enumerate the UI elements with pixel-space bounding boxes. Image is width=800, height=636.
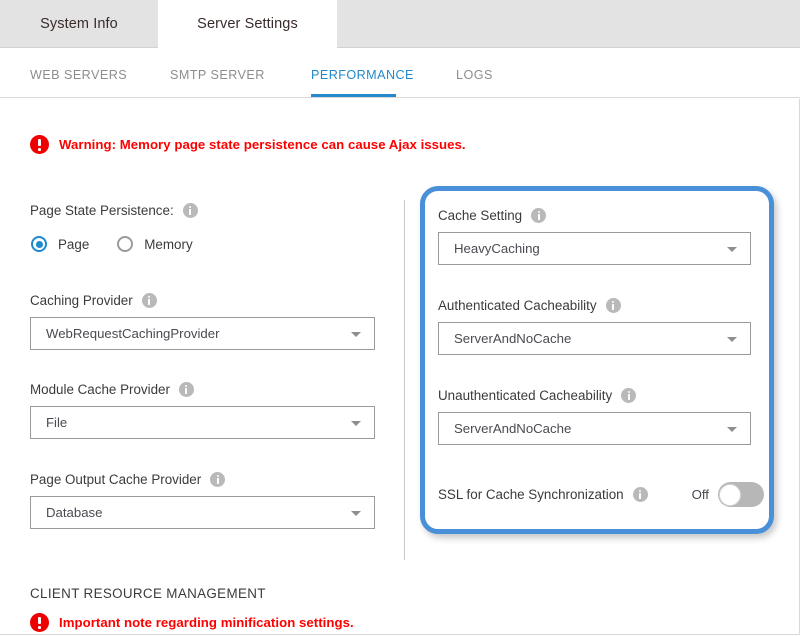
radio-page[interactable] <box>31 236 47 252</box>
chevron-down-icon <box>351 510 361 516</box>
field-page-state-persistence: Page State Persistence: <box>30 203 198 227</box>
field-page-output-cache-provider: Page Output Cache Provider Database <box>30 472 375 529</box>
ssl-cache-sync-toggle[interactable] <box>717 482 764 507</box>
info-icon[interactable] <box>141 293 157 308</box>
active-subtab-underline <box>311 94 396 97</box>
field-module-cache-provider: Module Cache Provider File <box>30 382 375 439</box>
field-cache-setting: Cache Setting HeavyCaching <box>438 208 751 265</box>
cache-setting-value: HeavyCaching <box>454 241 540 256</box>
chevron-down-icon <box>727 336 737 342</box>
ssl-cache-sync-label: SSL for Cache Synchronization <box>438 487 624 502</box>
cache-setting-label-row: Cache Setting <box>438 208 751 223</box>
page-state-persistence-label-row: Page State Persistence: <box>30 203 198 218</box>
subtab-performance-label: PERFORMANCE <box>311 68 414 82</box>
module-cache-provider-value: File <box>46 415 68 430</box>
cache-setting-select[interactable]: HeavyCaching <box>438 232 751 265</box>
memory-persistence-warning: Warning: Memory page state persistence c… <box>30 135 466 154</box>
radio-option-memory[interactable]: Memory <box>117 236 193 252</box>
performance-settings-panel: Warning: Memory page state persistence c… <box>0 99 800 635</box>
unauthenticated-cacheability-label: Unauthenticated Cacheability <box>438 388 613 403</box>
subtab-performance[interactable]: PERFORMANCE <box>311 68 414 82</box>
info-icon[interactable] <box>531 208 547 223</box>
unauthenticated-cacheability-value: ServerAndNoCache <box>454 421 572 436</box>
caching-provider-label-row: Caching Provider <box>30 293 375 308</box>
page-output-cache-provider-label-row: Page Output Cache Provider <box>30 472 375 487</box>
tab-system-info-label: System Info <box>40 16 118 32</box>
info-icon[interactable] <box>210 472 226 487</box>
server-settings-window: System Info Server Settings WEB SERVERS … <box>0 0 800 636</box>
memory-persistence-warning-text: Warning: Memory page state persistence c… <box>59 137 466 152</box>
info-icon[interactable] <box>621 388 637 403</box>
unauthenticated-cacheability-label-row: Unauthenticated Cacheability <box>438 388 751 403</box>
cache-settings-highlight-card: Cache Setting HeavyCaching Authenticated… <box>420 186 774 534</box>
page-output-cache-provider-select[interactable]: Database <box>30 496 375 529</box>
client-resource-management-heading: CLIENT RESOURCE MANAGEMENT <box>30 586 266 601</box>
cache-setting-label: Cache Setting <box>438 208 523 223</box>
radio-option-page[interactable]: Page <box>31 236 89 252</box>
info-icon[interactable] <box>632 487 648 502</box>
chevron-down-icon <box>727 246 737 252</box>
radio-memory[interactable] <box>117 236 134 252</box>
caching-provider-label: Caching Provider <box>30 293 133 308</box>
toggle-knob <box>719 483 742 506</box>
subtab-logs-label: LOGS <box>456 68 493 82</box>
module-cache-provider-label-row: Module Cache Provider <box>30 382 375 397</box>
minification-note: Important note regarding minification se… <box>30 613 354 632</box>
radio-memory-label: Memory <box>144 236 193 252</box>
subtab-web-servers[interactable]: WEB SERVERS <box>30 68 127 82</box>
minification-note-text: Important note regarding minification se… <box>59 615 354 630</box>
module-cache-provider-label: Module Cache Provider <box>30 382 170 397</box>
tab-server-settings[interactable]: Server Settings <box>158 0 337 48</box>
subtab-smtp-server-label: SMTP SERVER <box>170 68 265 82</box>
field-caching-provider: Caching Provider WebRequestCachingProvid… <box>30 293 375 350</box>
page-output-cache-provider-value: Database <box>46 505 103 520</box>
subtab-logs[interactable]: LOGS <box>456 68 493 82</box>
chevron-down-icon <box>351 420 361 426</box>
authenticated-cacheability-label: Authenticated Cacheability <box>438 298 597 313</box>
page-state-persistence-label: Page State Persistence: <box>30 203 174 218</box>
authenticated-cacheability-select[interactable]: ServerAndNoCache <box>438 322 751 355</box>
error-exclamation-icon <box>30 613 49 632</box>
chevron-down-icon <box>727 426 737 432</box>
subtab-smtp-server[interactable]: SMTP SERVER <box>170 68 265 82</box>
caching-provider-value: WebRequestCachingProvider <box>46 326 220 341</box>
info-icon[interactable] <box>178 382 194 397</box>
module-cache-provider-select[interactable]: File <box>30 406 375 439</box>
caching-provider-select[interactable]: WebRequestCachingProvider <box>30 317 375 350</box>
chevron-down-icon <box>351 331 361 337</box>
ssl-cache-sync-row: SSL for Cache Synchronization Off <box>438 482 764 507</box>
page-output-cache-provider-label: Page Output Cache Provider <box>30 472 202 487</box>
radio-page-label: Page <box>58 236 90 252</box>
field-authenticated-cacheability: Authenticated Cacheability ServerAndNoCa… <box>438 298 751 355</box>
primary-tabstrip: System Info Server Settings <box>0 0 800 48</box>
info-icon[interactable] <box>182 203 198 218</box>
ssl-cache-sync-state: Off <box>691 487 709 502</box>
client-resource-management-heading-text: CLIENT RESOURCE MANAGEMENT <box>30 586 266 601</box>
tab-server-settings-label: Server Settings <box>197 16 298 32</box>
unauthenticated-cacheability-select[interactable]: ServerAndNoCache <box>438 412 751 445</box>
error-exclamation-icon <box>30 135 49 154</box>
secondary-tabstrip: WEB SERVERS SMTP SERVER PERFORMANCE LOGS <box>0 49 800 98</box>
tab-system-info[interactable]: System Info <box>0 0 158 48</box>
info-icon[interactable] <box>605 298 621 313</box>
authenticated-cacheability-label-row: Authenticated Cacheability <box>438 298 751 313</box>
page-state-persistence-radio-group: Page Memory <box>31 236 193 252</box>
subtab-web-servers-label: WEB SERVERS <box>30 68 128 82</box>
authenticated-cacheability-value: ServerAndNoCache <box>454 331 572 346</box>
field-unauthenticated-cacheability: Unauthenticated Cacheability ServerAndNo… <box>438 388 751 445</box>
column-divider <box>404 200 405 560</box>
